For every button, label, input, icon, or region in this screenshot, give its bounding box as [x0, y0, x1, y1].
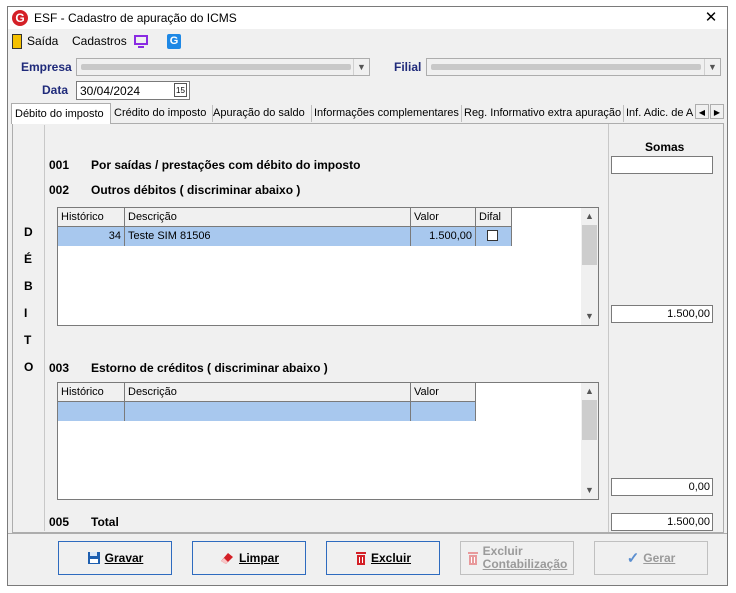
- limpar-button[interactable]: Limpar: [192, 541, 306, 575]
- filial-label: Filial: [394, 60, 422, 74]
- monitor-stand: [138, 46, 144, 48]
- cell-descricao[interactable]: [125, 402, 411, 421]
- data-value[interactable]: 30/04/2024: [80, 84, 140, 98]
- trash-icon: [355, 551, 366, 565]
- col-historico-header[interactable]: Histórico: [58, 208, 125, 227]
- soma-003-field: 0,00: [611, 478, 713, 496]
- scroll-thumb[interactable]: [582, 225, 597, 265]
- filial-value-redacted: [431, 64, 701, 70]
- table-row[interactable]: [58, 402, 476, 421]
- tab-scroll-right-icon[interactable]: ▶: [710, 104, 724, 119]
- cell-historico[interactable]: [58, 402, 125, 421]
- grid-estorno-creditos[interactable]: Histórico Descrição Valor ▲ ▼: [57, 382, 599, 500]
- chevron-down-icon[interactable]: ▼: [353, 59, 369, 75]
- close-button[interactable]: ✕: [695, 7, 727, 29]
- soma-total-field: 1.500,00: [611, 513, 713, 531]
- limpar-label: Limpar: [238, 551, 279, 565]
- section-005-text: Total: [91, 515, 119, 529]
- exit-icon[interactable]: [12, 34, 22, 49]
- checkmark-icon: ✓: [626, 550, 640, 567]
- col-descricao-header[interactable]: Descrição: [125, 208, 411, 227]
- side-letter: D: [24, 225, 33, 239]
- data-field[interactable]: 30/04/2024 15: [76, 81, 190, 100]
- section-001-text: Por saídas / prestações com débito do im…: [91, 158, 361, 172]
- col-valor-header[interactable]: Valor: [411, 383, 476, 402]
- title-bar: G ESF - Cadastro de apuração do ICMS ✕: [8, 7, 727, 29]
- tab-scroll-left-icon[interactable]: ◀: [695, 104, 709, 119]
- section-005-number: 005: [49, 515, 70, 529]
- bottom-separator: [8, 533, 727, 534]
- side-letter: É: [24, 252, 33, 266]
- cell-valor[interactable]: [411, 402, 476, 421]
- gravar-label: Gravar: [104, 551, 144, 565]
- section-002-text: Outros débitos ( discriminar abaixo ): [91, 183, 301, 197]
- section-001-number: 001: [49, 158, 70, 172]
- tab-strip: Débito do imposto Crédito do imposto Apu…: [11, 103, 726, 124]
- app-logo-icon: G: [12, 10, 28, 26]
- menu-bar: Saída Cadastros G: [8, 31, 727, 53]
- monitor-icon[interactable]: [134, 35, 148, 45]
- tab-informacoes-complementares[interactable]: Informações complementares: [311, 105, 462, 122]
- grid-outros-debitos[interactable]: Histórico Descrição Valor Difal 34 Teste…: [57, 207, 599, 326]
- tab-debito-imposto[interactable]: Débito do imposto: [11, 103, 111, 124]
- cell-difal[interactable]: [476, 227, 512, 246]
- section-003-text: Estorno de créditos ( discriminar abaixo…: [91, 361, 328, 375]
- filial-combo[interactable]: ▼: [426, 58, 721, 76]
- side-letter: T: [24, 333, 32, 347]
- col-historico-header[interactable]: Histórico: [58, 383, 125, 402]
- data-label: Data: [42, 83, 69, 97]
- tab-apuracao-saldo[interactable]: Apuração do saldo: [210, 105, 312, 122]
- floppy-disk-icon: [87, 552, 100, 564]
- col-valor-header[interactable]: Valor: [411, 208, 476, 227]
- col-difal-header[interactable]: Difal: [476, 208, 512, 227]
- cell-historico[interactable]: 34: [58, 227, 125, 246]
- empresa-combo[interactable]: ▼: [76, 58, 370, 76]
- excluir-contabilizacao-button[interactable]: Excluir Contabilização: [460, 541, 574, 575]
- difal-checkbox[interactable]: [487, 230, 498, 241]
- tab-inf-adic[interactable]: Inf. Adic. de A: [623, 105, 699, 122]
- scroll-down-icon[interactable]: ▼: [581, 482, 598, 499]
- empresa-label: Empresa: [21, 60, 72, 74]
- debito-side-strip: D É B I T O: [14, 125, 45, 531]
- col-descricao-header[interactable]: Descrição: [125, 383, 411, 402]
- menu-saida[interactable]: Saída: [27, 34, 58, 48]
- section-003-number: 003: [49, 361, 70, 375]
- cell-descricao[interactable]: Teste SIM 81506: [125, 227, 411, 246]
- cell-valor[interactable]: 1.500,00: [411, 227, 476, 246]
- trash-icon: [467, 551, 478, 565]
- section-002-number: 002: [49, 183, 70, 197]
- scroll-up-icon[interactable]: ▲: [581, 208, 598, 225]
- soma-002-field: 1.500,00: [611, 305, 713, 323]
- g-app-icon[interactable]: G: [167, 34, 181, 49]
- gerar-button[interactable]: ✓ Gerar: [594, 541, 708, 575]
- calendar-icon[interactable]: 15: [174, 83, 187, 97]
- gerar-label: Gerar: [643, 551, 676, 565]
- soma-001-field: [611, 156, 713, 174]
- side-letter: O: [24, 360, 34, 374]
- excluir-label: Excluir: [370, 551, 412, 565]
- grid-estornos-scrollbar[interactable]: ▲ ▼: [581, 383, 598, 499]
- window-title: ESF - Cadastro de apuração do ICMS: [34, 11, 237, 25]
- side-letter: B: [24, 279, 33, 293]
- gravar-button[interactable]: Gravar: [58, 541, 172, 575]
- debito-panel: D É B I T O 001 Por saídas / prestações …: [12, 123, 724, 533]
- main-window: G ESF - Cadastro de apuração do ICMS ✕ S…: [7, 6, 728, 586]
- eraser-icon: [220, 553, 233, 564]
- somas-divider: [608, 124, 609, 532]
- chevron-down-icon[interactable]: ▼: [704, 59, 720, 75]
- tab-credito-imposto[interactable]: Crédito do imposto: [111, 105, 213, 122]
- scroll-down-icon[interactable]: ▼: [581, 308, 598, 325]
- scroll-thumb[interactable]: [582, 400, 597, 440]
- excluir-button[interactable]: Excluir: [326, 541, 440, 575]
- grid-debitos-scrollbar[interactable]: ▲ ▼: [581, 208, 598, 325]
- somas-title: Somas: [645, 140, 685, 154]
- excluir-contab-label-2: Contabilização: [482, 557, 568, 571]
- tab-reg-informativo[interactable]: Reg. Informativo extra apuração: [461, 105, 624, 122]
- scroll-up-icon[interactable]: ▲: [581, 383, 598, 400]
- table-row[interactable]: 34 Teste SIM 81506 1.500,00: [58, 227, 512, 246]
- menu-cadastros[interactable]: Cadastros: [72, 34, 127, 48]
- empresa-value-redacted: [81, 64, 351, 70]
- side-letter: I: [24, 306, 28, 320]
